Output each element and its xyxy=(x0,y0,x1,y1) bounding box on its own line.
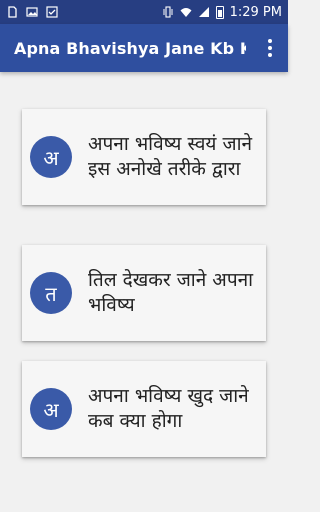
checkbox-icon xyxy=(46,6,58,18)
signal-icon xyxy=(198,7,209,17)
card-text: अपना भविष्य खुद जाने कब क्या होगा xyxy=(88,385,249,432)
card-khud-jane[interactable]: अ अपना भविष्य खुद जाने कब क्या होगा xyxy=(22,361,266,457)
image-icon xyxy=(26,7,38,17)
sim-card-icon xyxy=(8,6,17,18)
app-title: Apna Bhavishya Jane Kb K... xyxy=(14,38,246,58)
card-text: अपना भविष्य स्वयं जाने इस अनोखे तरीके द्… xyxy=(88,133,253,180)
wifi-icon xyxy=(180,8,192,17)
avatar: अ xyxy=(30,136,72,178)
avatar: अ xyxy=(30,388,72,430)
card-til-dekhkar[interactable]: त तिल देखकर जाने अपना भविष्य xyxy=(22,245,266,341)
more-vert-icon[interactable] xyxy=(262,36,278,60)
avatar: त xyxy=(30,272,72,314)
app-bar: Apna Bhavishya Jane Kb K... xyxy=(0,24,288,72)
card-text: तिल देखकर जाने अपना भविष्य xyxy=(88,269,254,316)
battery-icon xyxy=(215,5,224,19)
vibrate-icon xyxy=(163,6,173,18)
status-bar: 1:29 PM xyxy=(0,0,288,24)
clock: 1:29 PM xyxy=(229,4,282,20)
card-swayam-jane[interactable]: अ अपना भविष्य स्वयं जाने इस अनोखे तरीके … xyxy=(22,109,266,205)
